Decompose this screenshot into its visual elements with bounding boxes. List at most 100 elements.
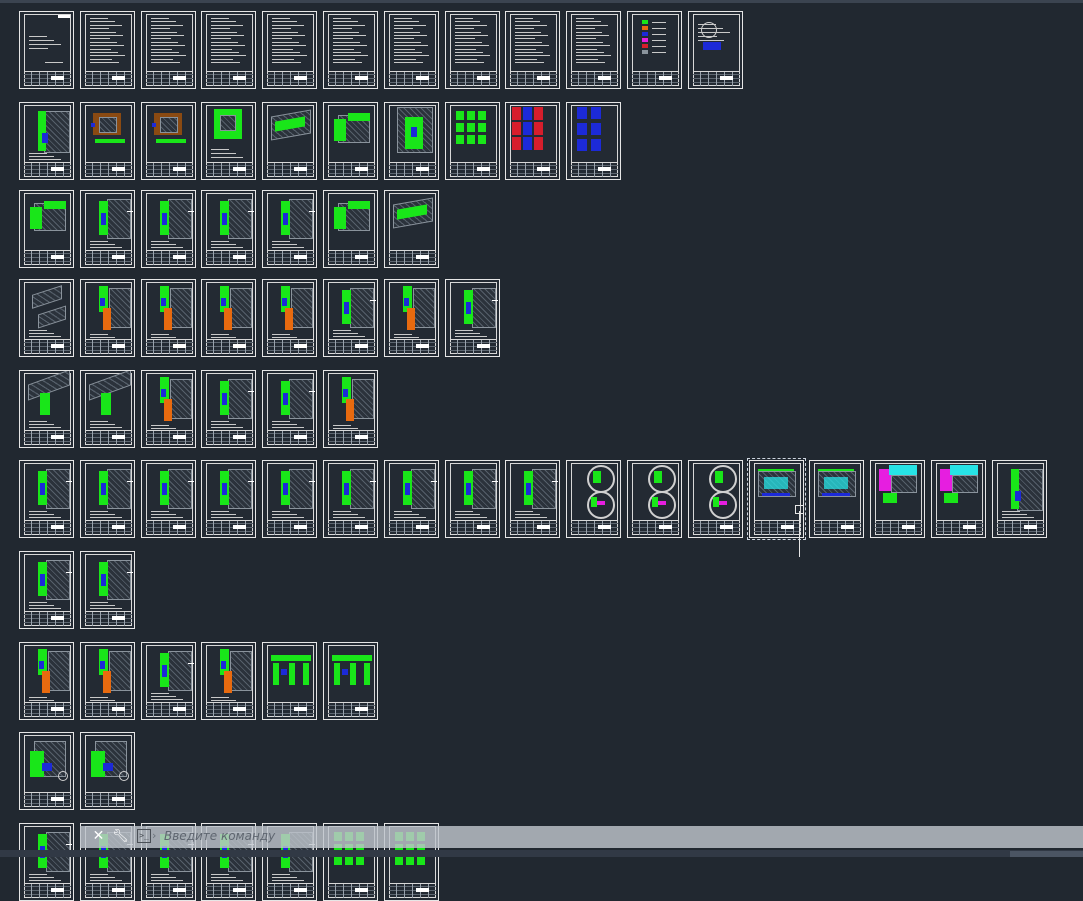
green-block <box>944 493 958 503</box>
drawing-sheet[interactable] <box>323 102 378 180</box>
drawing-sheet[interactable] <box>323 190 378 268</box>
drawing-sheet[interactable] <box>445 279 500 357</box>
drawing-sheet[interactable] <box>445 460 500 538</box>
drawing-sheet[interactable] <box>80 279 135 357</box>
drawing-sheet[interactable] <box>627 460 682 538</box>
drawing-sheet[interactable] <box>688 460 743 538</box>
text-line <box>90 21 115 23</box>
drawing-sheet[interactable] <box>323 11 378 89</box>
drawing-sheet[interactable] <box>992 460 1047 538</box>
legend-text <box>652 28 666 29</box>
text-line <box>333 48 354 50</box>
text-line <box>333 517 365 518</box>
drawing-sheet[interactable] <box>80 370 135 448</box>
drawing-sheet[interactable] <box>141 370 196 448</box>
drawing-sheet[interactable] <box>323 279 378 357</box>
title-block-mark <box>51 255 64 259</box>
drawing-sheet[interactable] <box>262 190 317 268</box>
drawing-sheet[interactable] <box>141 190 196 268</box>
drawing-sheet[interactable] <box>19 102 74 180</box>
drawing-sheet[interactable] <box>19 823 74 901</box>
drawing-sheet[interactable] <box>566 460 621 538</box>
text-line <box>515 41 542 43</box>
title-block <box>24 702 71 717</box>
drawing-sheet[interactable] <box>141 279 196 357</box>
text-line <box>698 24 716 25</box>
title-block <box>146 702 193 717</box>
text-line <box>90 52 118 53</box>
drawing-sheet[interactable] <box>262 642 317 720</box>
drawing-sheet[interactable] <box>80 190 135 268</box>
text-line <box>698 32 730 33</box>
drawing-sheet[interactable] <box>19 460 74 538</box>
text-line <box>272 880 304 881</box>
drawing-sheet[interactable] <box>201 102 256 180</box>
drawing-sheet[interactable] <box>80 102 135 180</box>
selection-grip[interactable] <box>795 505 804 514</box>
drawing-sheet[interactable] <box>80 642 135 720</box>
drawing-canvas[interactable] <box>0 3 1083 901</box>
drawing-sheet[interactable] <box>141 11 196 89</box>
drawing-sheet[interactable] <box>262 460 317 538</box>
drawing-sheet[interactable] <box>688 11 743 89</box>
drawing-sheet[interactable] <box>931 460 986 538</box>
drawing-sheet[interactable] <box>262 279 317 357</box>
drawing-sheet[interactable] <box>201 370 256 448</box>
wall-hatch <box>168 469 192 509</box>
drawing-sheet[interactable] <box>19 190 74 268</box>
orange-element <box>407 308 415 330</box>
drawing-sheet[interactable] <box>141 642 196 720</box>
drawing-sheet[interactable] <box>384 11 439 89</box>
drawing-sheet[interactable] <box>323 642 378 720</box>
drawing-sheet[interactable] <box>80 551 135 629</box>
drawing-sheet[interactable] <box>201 460 256 538</box>
drawing-sheet[interactable] <box>262 370 317 448</box>
drawing-sheet[interactable] <box>445 102 500 180</box>
text-line <box>515 24 547 26</box>
drawing-sheet[interactable] <box>809 460 864 538</box>
text-line <box>29 602 47 603</box>
close-icon[interactable]: ✕ <box>92 829 105 844</box>
frame-post <box>303 663 309 685</box>
command-input[interactable] <box>164 828 764 844</box>
detail-circle <box>587 465 615 493</box>
drawing-sheet[interactable] <box>141 460 196 538</box>
window-green <box>818 469 854 471</box>
drawing-sheet[interactable] <box>505 11 560 89</box>
drawing-sheet[interactable] <box>19 551 74 629</box>
iso-hatch <box>952 475 978 493</box>
drawing-sheet[interactable] <box>19 11 74 89</box>
drawing-sheet[interactable] <box>627 11 682 89</box>
profile <box>466 483 471 495</box>
drawing-sheet[interactable] <box>201 279 256 357</box>
drawing-sheet[interactable] <box>566 11 621 89</box>
layout-tab[interactable] <box>1010 851 1083 857</box>
drawing-sheet[interactable] <box>19 279 74 357</box>
drawing-sheet[interactable] <box>505 460 560 538</box>
wrench-icon[interactable]: 🔧︎ <box>112 829 129 844</box>
drawing-sheet[interactable] <box>19 732 74 810</box>
drawing-sheet[interactable] <box>19 642 74 720</box>
drawing-sheet[interactable] <box>384 102 439 180</box>
drawing-sheet[interactable] <box>201 11 256 89</box>
drawing-sheet[interactable] <box>262 102 317 180</box>
profile <box>101 574 106 586</box>
drawing-sheet[interactable] <box>262 11 317 89</box>
drawing-sheet[interactable] <box>505 102 560 180</box>
drawing-sheet[interactable] <box>19 370 74 448</box>
drawing-sheet[interactable] <box>384 190 439 268</box>
drawing-sheet[interactable] <box>445 11 500 89</box>
drawing-sheet[interactable] <box>201 642 256 720</box>
drawing-sheet[interactable] <box>566 102 621 180</box>
drawing-sheet[interactable] <box>384 279 439 357</box>
drawing-sheet[interactable] <box>323 460 378 538</box>
drawing-sheet[interactable] <box>870 460 925 538</box>
drawing-sheet[interactable] <box>323 370 378 448</box>
drawing-sheet[interactable] <box>141 102 196 180</box>
drawing-sheet[interactable] <box>80 11 135 89</box>
drawing-sheet[interactable] <box>384 460 439 538</box>
drawing-sheet[interactable] <box>201 190 256 268</box>
drawing-sheet[interactable] <box>80 460 135 538</box>
drawing-sheet[interactable] <box>80 732 135 810</box>
drawing-sheet[interactable] <box>747 458 806 540</box>
